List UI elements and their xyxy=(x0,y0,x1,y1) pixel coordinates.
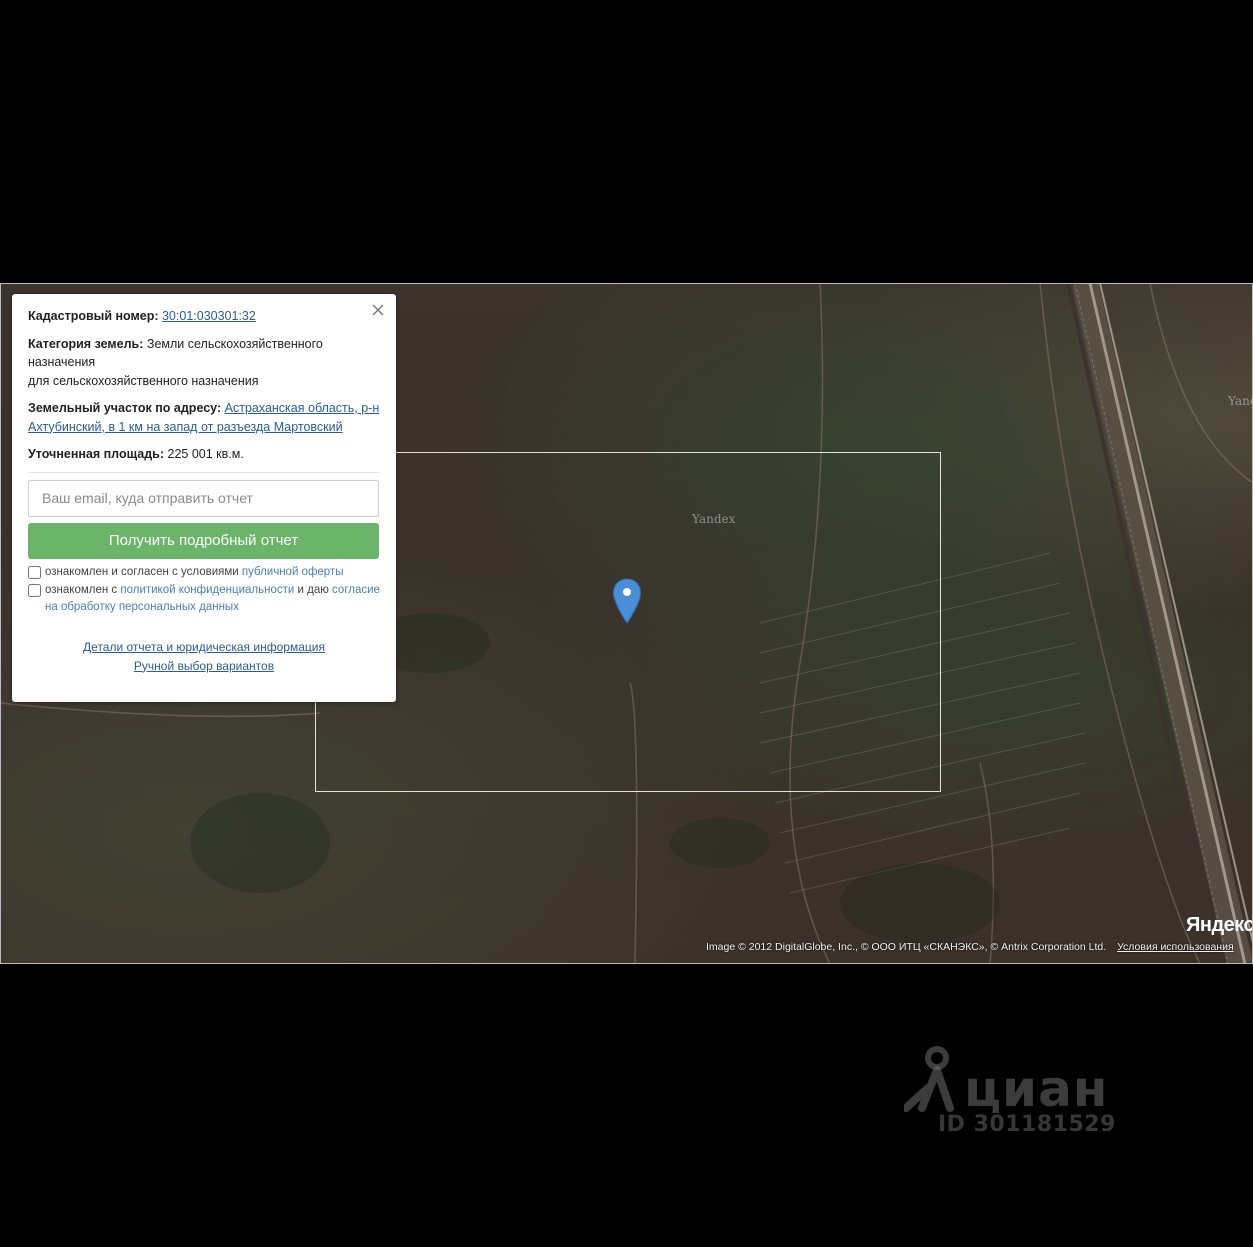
report-details-link[interactable]: Детали отчета и юридическая информация xyxy=(83,640,325,654)
location-pin-icon[interactable] xyxy=(612,578,642,624)
yandex-logo: Яндекс xyxy=(1186,914,1253,936)
parcel-info-card: Кадастровый номер: 30:01:030301:32 Катег… xyxy=(12,294,396,702)
map-attribution: Image © 2012 DigitalGlobe, Inc., © ООО И… xyxy=(706,941,1234,953)
cadastral-row: Кадастровый номер: 30:01:030301:32 xyxy=(28,307,380,326)
consent-privacy-text: ознакомлен с xyxy=(45,583,118,596)
consent-privacy-row: ознакомлен с политикой конфиденциальност… xyxy=(28,582,380,616)
page: Yandex Yandex Яндекс Image © 2012 Digita… xyxy=(0,0,1253,1247)
cadastral-number-link[interactable]: 30:01:030301:32 xyxy=(162,309,256,323)
attribution-text: Image © 2012 DigitalGlobe, Inc., © ООО И… xyxy=(706,941,1107,953)
area-label: Уточненная площадь: xyxy=(28,447,165,461)
privacy-checkbox[interactable] xyxy=(28,583,41,597)
terms-link[interactable]: Условия использования xyxy=(1117,941,1234,953)
area-row: Уточненная площадь: 225 001 кв.м. xyxy=(28,445,380,464)
consent-offer-row: ознакомлен и согласен с условиями публич… xyxy=(28,564,380,581)
privacy-policy-link[interactable]: политикой конфиденциальности xyxy=(120,584,294,596)
email-input[interactable] xyxy=(28,479,379,517)
close-icon[interactable] xyxy=(370,302,386,318)
cian-brand: циан xyxy=(964,1060,1109,1118)
address-row: Земельный участок по адресу: Астраханска… xyxy=(28,399,380,436)
area-value: 225 001 кв.м. xyxy=(167,447,244,461)
cian-watermark: циан ID 301181529 xyxy=(904,1046,1134,1146)
category-use: для сельскохозяйственного назначения xyxy=(28,373,259,388)
map-watermark-edge: Yandex xyxy=(1228,394,1253,408)
category-label: Категория земель: xyxy=(28,336,144,351)
offer-checkbox[interactable] xyxy=(28,565,41,579)
category-row: Категория земель: Земли сельскохозяйстве… xyxy=(28,335,380,391)
consent-privacy-mid: и даю xyxy=(297,583,329,596)
manual-selection-link[interactable]: Ручной выбор вариантов xyxy=(134,659,274,673)
footer-links: Детали отчета и юридическая информация Р… xyxy=(28,638,380,676)
address-label: Земельный участок по адресу: xyxy=(28,401,222,415)
consent-offer-text: ознакомлен и согласен с условиями xyxy=(45,565,239,578)
cian-logo-icon xyxy=(904,1046,954,1112)
public-offer-link[interactable]: публичной оферты xyxy=(242,566,344,578)
listing-id: ID 301181529 xyxy=(938,1112,1116,1137)
cadastral-label: Кадастровый номер: xyxy=(28,309,159,323)
divider xyxy=(28,471,380,473)
get-report-button[interactable]: Получить подробный отчет xyxy=(28,522,379,559)
